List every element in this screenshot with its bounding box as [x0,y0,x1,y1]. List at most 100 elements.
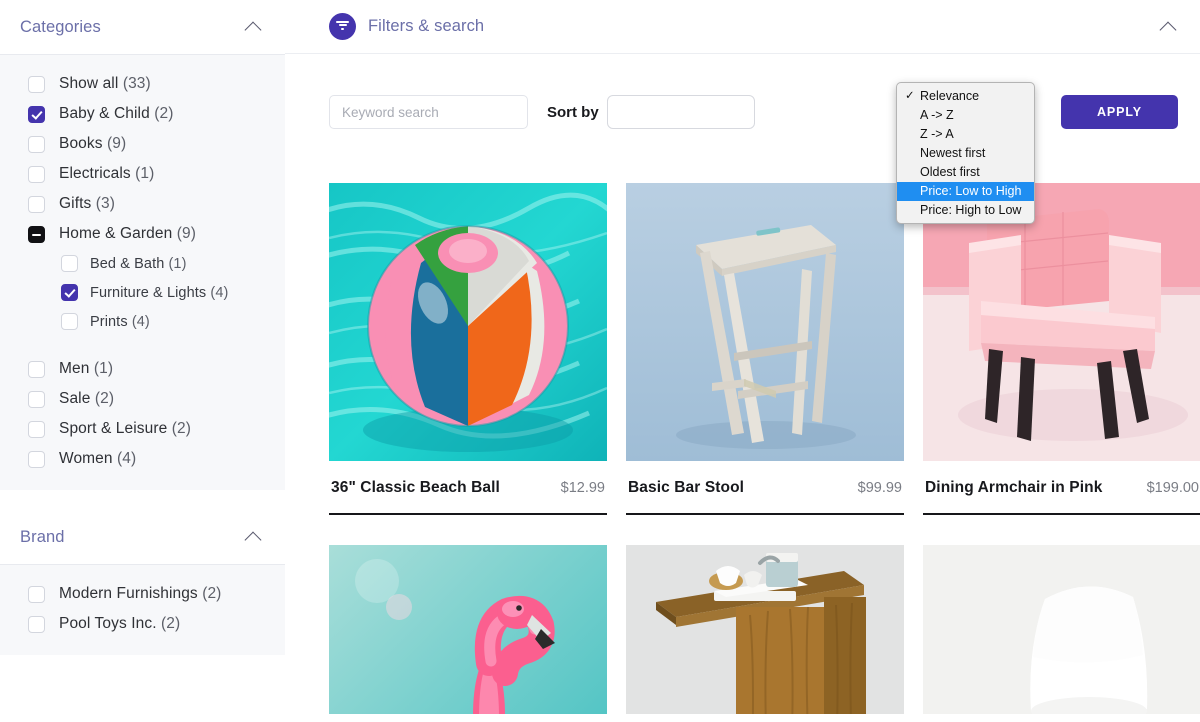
product-card[interactable]: Basic Bar Stool $99.99 [626,183,904,515]
product-image-pink-dining-armchair[interactable] [923,183,1200,461]
checkbox-row-gifts[interactable]: Gifts (3) [0,189,285,219]
apply-button[interactable]: APPLY [1061,95,1178,129]
checkbox-row-books[interactable]: Books (9) [0,129,285,159]
checkbox-row-women[interactable]: Women (4) [0,444,285,474]
option-label: Bed & Bath (1) [90,256,187,272]
facet-brand-title: Brand [20,528,65,547]
checkbox-icon[interactable] [28,76,45,93]
checkbox-icon[interactable] [28,391,45,408]
product-image-wooden-side-table[interactable] [626,545,904,714]
sort-option-oldest-first[interactable]: Oldest first [897,163,1034,182]
facet-categories-body: Show all (33) Baby & Child (2) Books [0,54,285,490]
option-count: (2) [154,105,173,122]
checkbox-icon[interactable] [61,284,78,301]
option-label: Furniture & Lights (4) [90,285,228,301]
option-text: Books [59,135,103,152]
sort-option-z-to-a[interactable]: Z -> A [897,125,1034,144]
sort-by-dropdown-menu[interactable]: Relevance A -> Z Z -> A Newest first Old… [896,82,1035,224]
checkbox-icon[interactable] [28,166,45,183]
product-price: $12.99 [561,480,605,496]
checkbox-icon[interactable] [28,451,45,468]
checkbox-icon[interactable] [61,255,78,272]
facet-spacer [0,490,285,510]
filters-panel-header[interactable]: Filters & search [285,0,1200,54]
filters-controls-row: Sort by APPLY [285,54,1200,144]
option-count: (1) [135,165,154,182]
option-count: (4) [210,285,228,301]
option-group-spacer [0,336,285,354]
checkbox-row-sale[interactable]: Sale (2) [0,384,285,414]
option-text: Gifts [59,195,91,212]
checkbox-row-pool-toys-inc[interactable]: Pool Toys Inc. (2) [0,609,285,639]
facet-categories-header[interactable]: Categories [0,0,285,54]
sort-option-newest-first[interactable]: Newest first [897,144,1034,163]
results-area: Filters & search Sort by APPLY Relevance… [285,0,1200,722]
checkbox-row-show-all[interactable]: Show all (33) [0,69,285,99]
facet-categories: Categories Show all (33) Baby & Child (2… [0,0,285,490]
product-image-wooden-bar-stool[interactable] [626,183,904,461]
checkbox-icon[interactable] [28,616,45,633]
option-count: (33) [123,75,151,92]
checkbox-icon[interactable] [28,196,45,213]
checkbox-icon[interactable] [28,136,45,153]
checkbox-row-furniture-lights[interactable]: Furniture & Lights (4) [0,278,285,307]
checkbox-row-baby-child[interactable]: Baby & Child (2) [0,99,285,129]
checkbox-icon[interactable] [28,361,45,378]
chevron-up-icon[interactable] [1160,18,1178,36]
checkbox-row-modern-furnishings[interactable]: Modern Furnishings (2) [0,579,285,609]
product-card[interactable]: 36" Classic Beach Ball $12.99 [329,183,607,515]
option-count: (4) [132,314,150,330]
product-price: $199.00 [1147,480,1199,496]
product-title: Basic Bar Stool [628,479,744,497]
checkbox-icon[interactable] [28,421,45,438]
option-count: (1) [94,360,113,377]
sort-option-a-to-z[interactable]: A -> Z [897,106,1034,125]
product-price: $99.99 [858,480,902,496]
product-image-white-shell-chair[interactable] [923,545,1200,714]
sort-by-select[interactable] [607,95,755,129]
option-count: (4) [117,450,136,467]
search-input[interactable] [329,95,528,129]
option-text: Baby & Child [59,105,150,122]
product-card[interactable] [329,545,607,714]
option-count: (2) [161,615,180,632]
checkbox-icon[interactable] [61,313,78,330]
checkbox-row-men[interactable]: Men (1) [0,354,285,384]
product-title: Dining Armchair in Pink [925,479,1102,497]
option-text: Sport & Leisure [59,420,167,437]
option-count: (2) [172,420,191,437]
checkbox-row-home-garden[interactable]: Home & Garden (9) [0,219,285,249]
checkbox-row-electricals[interactable]: Electricals (1) [0,159,285,189]
product-card[interactable] [923,545,1200,714]
facet-brand-header[interactable]: Brand [0,510,285,564]
option-label: Sale (2) [59,390,114,408]
option-text: Women [59,450,113,467]
product-card[interactable]: Dining Armchair in Pink $199.00 [923,183,1200,515]
checkbox-icon[interactable] [28,586,45,603]
checkbox-row-prints[interactable]: Prints (4) [0,307,285,336]
sort-option-price-high-to-low[interactable]: Price: High to Low [897,201,1034,220]
option-label: Modern Furnishings (2) [59,585,221,603]
option-count: (9) [177,225,196,242]
option-count: (9) [107,135,126,152]
product-meta: 36" Classic Beach Ball $12.99 [329,461,607,515]
product-meta: Basic Bar Stool $99.99 [626,461,904,515]
checkbox-row-sport-leisure[interactable]: Sport & Leisure (2) [0,414,285,444]
chevron-up-icon[interactable] [245,18,263,36]
checkbox-indeterminate-icon[interactable] [28,226,45,243]
option-count: (2) [202,585,221,602]
option-count: (1) [169,256,187,272]
product-card[interactable] [626,545,904,714]
sort-option-relevance[interactable]: Relevance [897,87,1034,106]
product-image-beach-ball-in-pool[interactable] [329,183,607,461]
checkbox-icon[interactable] [28,106,45,123]
option-label: Women (4) [59,450,136,468]
option-text: Men [59,360,89,377]
checkbox-row-bed-bath[interactable]: Bed & Bath (1) [0,249,285,278]
product-meta: Dining Armchair in Pink $199.00 [923,461,1200,515]
product-image-pink-flamingo-float[interactable] [329,545,607,714]
filter-sidebar: Categories Show all (33) Baby & Child (2… [0,0,285,722]
option-label: Show all (33) [59,75,151,93]
sort-option-price-low-to-high[interactable]: Price: Low to High [897,182,1034,201]
chevron-up-icon[interactable] [245,528,263,546]
